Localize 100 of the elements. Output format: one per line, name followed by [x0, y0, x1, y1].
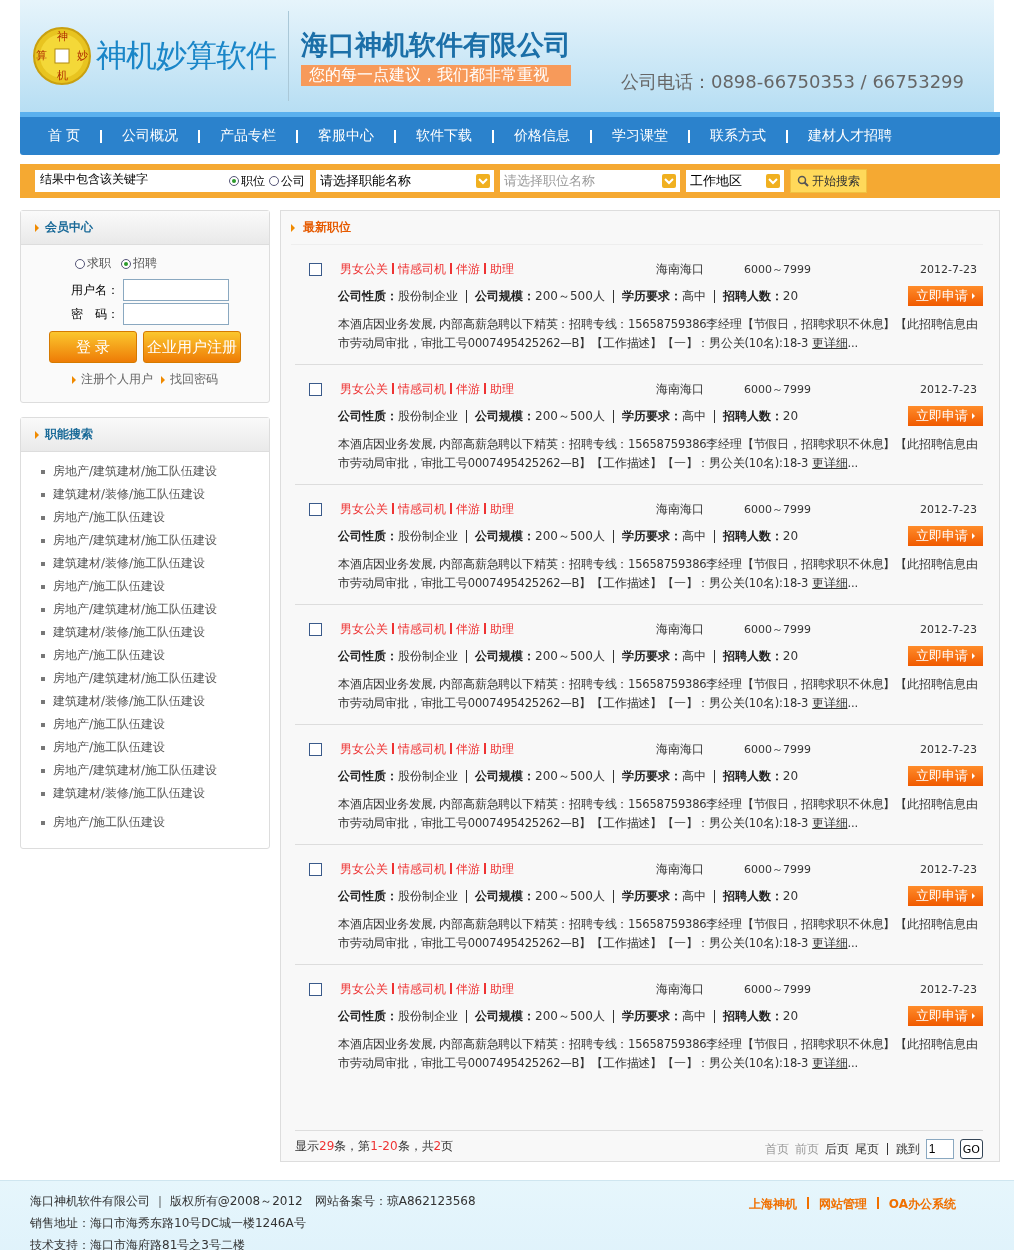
job-attribute: 公司规模：200～500人 [475, 887, 605, 905]
checkbox[interactable] [309, 742, 322, 756]
job-title-link[interactable]: 伴游 [456, 381, 480, 396]
checkbox[interactable] [309, 622, 322, 636]
username-field[interactable] [123, 279, 229, 301]
job-title-link[interactable]: 伴游 [456, 861, 480, 876]
job-title-link[interactable]: 男女公关 [340, 261, 388, 276]
radio-option[interactable]: 职位 [229, 172, 265, 190]
job-title-link[interactable]: 助理 [490, 501, 514, 516]
job-title-link[interactable]: 助理 [490, 261, 514, 276]
category-link[interactable]: 房地产/施工队伍建设 [53, 578, 166, 595]
more-link[interactable]: 更详细 [812, 696, 848, 710]
job-title-link[interactable]: 情感司机 [398, 381, 446, 396]
nav-link[interactable]: 联系方式 [710, 127, 767, 145]
category-link[interactable]: 建筑建材/装修/施工队伍建设 [53, 486, 206, 503]
job-title-link[interactable]: 伴游 [456, 261, 480, 276]
category-link[interactable]: 房地产/建筑建材/施工队伍建设 [53, 601, 218, 618]
more-link[interactable]: 更详细 [812, 1056, 848, 1070]
search-button[interactable]: 开始搜索 [790, 169, 867, 193]
checkbox[interactable] [309, 382, 322, 396]
job-title-link[interactable]: 助理 [490, 741, 514, 756]
job-title-link[interactable]: 男女公关 [340, 981, 388, 996]
job-attribute: 公司性质：股份制企业 [338, 1007, 458, 1025]
nav-link[interactable]: 首 页 [48, 127, 81, 145]
more-link[interactable]: 更详细 [812, 816, 848, 830]
job-attribute: 学历要求：高中 [621, 887, 706, 905]
nav-link[interactable]: 客服中心 [318, 127, 375, 145]
category-link[interactable]: 房地产/施工队伍建设 [53, 716, 166, 733]
job-title-link[interactable]: 男女公关 [340, 621, 388, 636]
page-link[interactable]: 尾页 [854, 1140, 879, 1158]
radio-option[interactable]: 招聘 [121, 255, 157, 272]
apply-button[interactable]: 立即申请 [908, 766, 983, 786]
select-dropdown[interactable]: 工作地区 [686, 170, 784, 192]
category-link[interactable]: 房地产/施工队伍建设 [53, 647, 166, 664]
checkbox[interactable] [309, 262, 322, 276]
account-link[interactable]: 找回密码 [161, 371, 218, 388]
checkbox[interactable] [309, 862, 322, 876]
apply-button[interactable]: 立即申请 [908, 526, 983, 546]
footer-link[interactable]: 上海神机 [748, 1197, 797, 1211]
nav-link[interactable]: 建材人才招聘 [808, 127, 893, 145]
radio-option[interactable]: 求职 [75, 255, 111, 272]
radio-option[interactable]: 公司 [269, 172, 305, 190]
keyword-field[interactable]: 结果中包含该关键字 职位 公司 [35, 170, 310, 192]
footer-link[interactable]: 网站管理 [818, 1197, 867, 1211]
job-title-link[interactable]: 男女公关 [340, 861, 388, 876]
page-link[interactable]: 后页 [824, 1140, 849, 1158]
job-title-link[interactable]: 情感司机 [398, 981, 446, 996]
job-title-link[interactable]: 男女公关 [340, 741, 388, 756]
job-title-link[interactable]: 情感司机 [398, 261, 446, 276]
category-link[interactable]: 房地产/施工队伍建设 [53, 509, 166, 526]
account-link[interactable]: 注册个人用户 [72, 371, 153, 388]
job-title-link[interactable]: 助理 [490, 861, 514, 876]
apply-button[interactable]: 立即申请 [908, 646, 983, 666]
apply-button[interactable]: 立即申请 [908, 406, 983, 426]
footer-link[interactable]: OA办公系统 [888, 1197, 956, 1211]
select-dropdown[interactable]: 请选择职能名称 [316, 170, 494, 192]
category-link[interactable]: 房地产/建筑建材/施工队伍建设 [53, 762, 218, 779]
category-link[interactable]: 房地产/建筑建材/施工队伍建设 [53, 463, 218, 480]
category-link[interactable]: 房地产/施工队伍建设 [53, 739, 166, 756]
job-title-link[interactable]: 伴游 [456, 621, 480, 636]
job-title-link[interactable]: 伴游 [456, 501, 480, 516]
category-link[interactable]: 建筑建材/装修/施工队伍建设 [53, 693, 206, 710]
job-title-link[interactable]: 情感司机 [398, 741, 446, 756]
nav-link[interactable]: 公司概况 [122, 127, 179, 145]
nav-link[interactable]: 产品专栏 [220, 127, 277, 145]
checkbox[interactable] [309, 502, 322, 516]
category-link[interactable]: 房地产/建筑建材/施工队伍建设 [53, 532, 218, 549]
nav-link[interactable]: 学习课堂 [612, 127, 669, 145]
apply-button[interactable]: 立即申请 [908, 286, 983, 306]
job-title-link[interactable]: 伴游 [456, 981, 480, 996]
job-title-link[interactable]: 男女公关 [340, 501, 388, 516]
category-link[interactable]: 建筑建材/装修/施工队伍建设 [53, 555, 206, 572]
job-title-link[interactable]: 情感司机 [398, 621, 446, 636]
category-link[interactable]: 建筑建材/装修/施工队伍建设 [53, 624, 206, 641]
job-title-link[interactable]: 情感司机 [398, 501, 446, 516]
job-title-link[interactable]: 助理 [490, 381, 514, 396]
job-title-link[interactable]: 助理 [490, 621, 514, 636]
nav-link[interactable]: 价格信息 [514, 127, 571, 145]
job-title-link[interactable]: 伴游 [456, 741, 480, 756]
job-title-link[interactable]: 情感司机 [398, 861, 446, 876]
password-field[interactable] [123, 303, 229, 325]
go-button[interactable]: GO [959, 1139, 983, 1159]
more-link[interactable]: 更详细 [812, 576, 848, 590]
more-link[interactable]: 更详细 [812, 456, 848, 470]
select-dropdown[interactable]: 请选择职位名称 [500, 170, 680, 192]
category-link[interactable]: 建筑建材/装修/施工队伍建设 [53, 785, 206, 802]
bullet-icon [41, 584, 45, 589]
category-link[interactable]: 房地产/建筑建材/施工队伍建设 [53, 670, 218, 687]
more-link[interactable]: 更详细 [812, 336, 848, 350]
nav-link[interactable]: 软件下载 [416, 127, 473, 145]
apply-button[interactable]: 立即申请 [908, 1006, 983, 1026]
job-title-link[interactable]: 助理 [490, 981, 514, 996]
page-number-field[interactable]: 1 [925, 1139, 954, 1159]
login-button[interactable]: 登 录 [49, 331, 137, 363]
checkbox[interactable] [309, 982, 322, 996]
more-link[interactable]: 更详细 [812, 936, 848, 950]
register-button[interactable]: 企业用户注册 [143, 331, 241, 363]
job-title-link[interactable]: 男女公关 [340, 381, 388, 396]
category-link[interactable]: 房地产/施工队伍建设 [53, 814, 166, 831]
apply-button[interactable]: 立即申请 [908, 886, 983, 906]
